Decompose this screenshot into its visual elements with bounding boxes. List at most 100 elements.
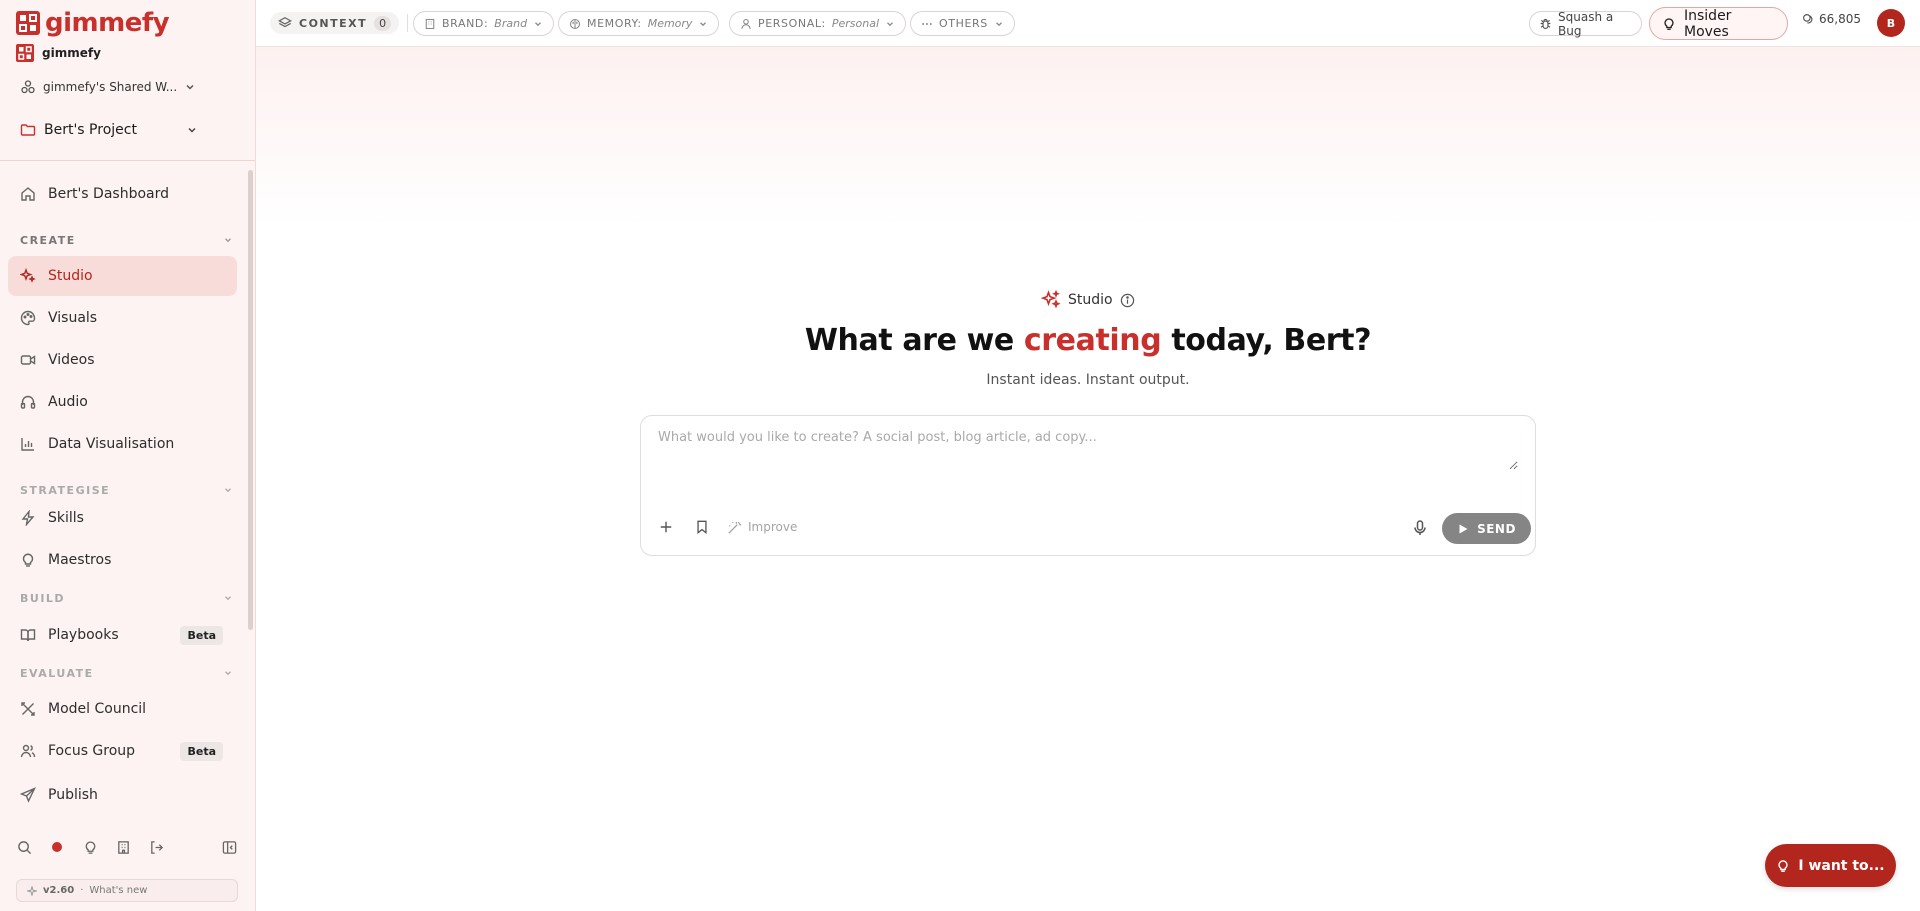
bar-chart-icon (20, 436, 36, 452)
main-content: Studio What are we creating today, Bert?… (256, 47, 1920, 911)
sidebar-item-label: Data Visualisation (48, 436, 175, 452)
workspace-name: gimmefy's Shared W... (43, 80, 178, 94)
brand-key: BRAND: (442, 17, 489, 30)
org-selector[interactable]: gimmefy (16, 44, 101, 62)
search-icon[interactable] (14, 837, 34, 857)
building-icon (424, 18, 436, 30)
crossed-tools-icon (20, 701, 36, 717)
sidebar-item-studio[interactable]: Studio (8, 256, 237, 296)
sidebar-item-skills[interactable]: Skills (8, 498, 237, 538)
sidebar-toolbar (14, 837, 239, 857)
personal-key: PERSONAL: (758, 17, 826, 30)
sparkles-icon (1041, 290, 1061, 310)
send-button[interactable]: SEND (1442, 513, 1531, 544)
microphone-button[interactable] (1408, 516, 1432, 540)
page-title: What are we creating today, Bert? (256, 323, 1920, 358)
bookmark-button[interactable] (689, 514, 715, 540)
lightbulb-icon (1776, 859, 1790, 873)
section-strategise[interactable]: STRATEGISE (20, 481, 233, 499)
sidebar-item-audio[interactable]: Audio (8, 382, 237, 422)
chevron-down-icon (223, 485, 233, 495)
sidebar-item-dashboard[interactable]: Bert's Dashboard (8, 174, 237, 214)
layers-icon (278, 16, 292, 30)
sidebar-item-data-visualisation[interactable]: Data Visualisation (8, 424, 237, 464)
headline-pre: What are we (804, 323, 1024, 358)
logout-icon[interactable] (146, 837, 166, 857)
section-evaluate[interactable]: EVALUATE (20, 664, 233, 682)
home-icon (20, 186, 36, 202)
insider-moves-button[interactable]: Insider Moves (1649, 7, 1788, 40)
version-badge[interactable]: v2.60 · What's new (16, 879, 238, 902)
context-button[interactable]: CONTEXT 0 (270, 12, 400, 34)
lightbulb-icon[interactable] (80, 837, 100, 857)
lightning-icon (20, 510, 36, 526)
studio-tag-label: Studio (1068, 292, 1113, 308)
brand-logo[interactable]: gimmefy (16, 10, 170, 36)
avatar[interactable]: B (1877, 9, 1905, 37)
memory-key: MEMORY: (587, 17, 642, 30)
building-icon[interactable] (113, 837, 133, 857)
version-separator: · (80, 885, 84, 896)
whats-new-link[interactable]: What's new (89, 885, 147, 896)
headline-accent: creating (1023, 323, 1162, 358)
brand-selector[interactable]: BRAND: Brand (413, 11, 555, 36)
bug-label: Squash a Bug (1558, 9, 1614, 38)
context-label: CONTEXT (299, 16, 368, 30)
record-button[interactable] (47, 837, 67, 857)
sidebar-item-playbooks[interactable]: Playbooks Beta (8, 615, 237, 655)
sidebar-item-maestros[interactable]: Maestros (8, 540, 237, 580)
personal-selector[interactable]: PERSONAL: Personal (729, 11, 907, 36)
top-bar: CONTEXT 0 BRAND: Brand MEMORY: Memory PE… (256, 0, 1920, 47)
improve-button[interactable]: Improve (725, 520, 797, 535)
section-label: BUILD (20, 591, 66, 605)
sidebar-item-label: Playbooks (48, 627, 119, 643)
context-count: 0 (374, 15, 392, 31)
sidebar-item-videos[interactable]: Videos (8, 340, 237, 380)
composer-tools: Improve (653, 514, 797, 540)
credits-counter[interactable]: 66,805 (1802, 12, 1861, 26)
sidebar-item-label: Videos (48, 352, 95, 368)
prompt-input[interactable] (658, 430, 1518, 470)
sidebar-item-model-council[interactable]: Model Council (8, 689, 237, 729)
record-dot-icon (52, 842, 62, 852)
chevron-down-icon (223, 668, 233, 678)
lightbulb-icon (1662, 17, 1676, 31)
folder-icon (20, 122, 36, 138)
add-attachment-button[interactable] (653, 514, 679, 540)
sidebar-item-publish[interactable]: Publish (8, 775, 237, 815)
more-dots-icon (921, 18, 933, 30)
collapse-sidebar-icon[interactable] (219, 837, 239, 857)
chevron-down-icon (698, 19, 708, 29)
squash-bug-button[interactable]: Squash a Bug (1529, 9, 1642, 38)
org-name: gimmefy (42, 46, 101, 60)
sidebar-scrollbar[interactable] (248, 170, 253, 630)
sidebar-divider (0, 160, 255, 161)
workspace-selector[interactable]: gimmefy's Shared W... (20, 79, 194, 95)
info-icon[interactable] (1120, 293, 1135, 308)
palette-icon (20, 310, 36, 326)
project-selector[interactable]: Bert's Project (20, 119, 198, 141)
bug-icon (1539, 17, 1552, 30)
memory-value: Memory (647, 17, 693, 30)
section-label: CREATE (20, 233, 76, 247)
i-want-to-button[interactable]: I want to... (1765, 844, 1896, 887)
others-selector[interactable]: OTHERS (910, 11, 1015, 36)
sidebar-item-visuals[interactable]: Visuals (8, 298, 237, 338)
section-label: STRATEGISE (20, 483, 111, 497)
sidebar-item-focus-group[interactable]: Focus Group Beta (8, 731, 237, 771)
chevron-down-icon (184, 81, 196, 93)
chevron-down-icon (223, 593, 233, 603)
improve-label: Improve (748, 520, 798, 534)
org-logo-icon (16, 44, 34, 62)
memory-selector[interactable]: MEMORY: Memory (558, 11, 720, 36)
chevron-down-icon (994, 19, 1004, 29)
sidebar-item-label: Publish (48, 787, 98, 803)
sidebar-item-label: Bert's Dashboard (48, 186, 170, 202)
brand-value: Brand (494, 17, 528, 30)
brain-icon (569, 18, 581, 30)
section-create[interactable]: CREATE (20, 231, 233, 249)
prompt-composer: Improve SEND (640, 415, 1536, 556)
sidebar-item-label: Focus Group (48, 743, 136, 759)
users-icon (20, 743, 36, 759)
section-build[interactable]: BUILD (20, 589, 233, 607)
